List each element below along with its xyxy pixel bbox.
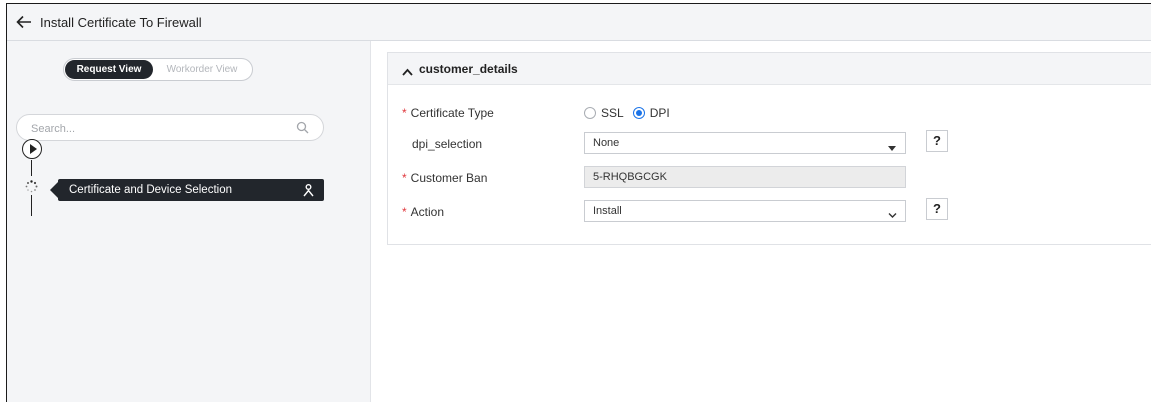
- dpi-selection-help-button[interactable]: ?: [926, 130, 948, 152]
- caret-down-icon: [888, 141, 896, 151]
- dpi-selection-row: dpi_selection None ?: [388, 130, 1151, 156]
- play-button[interactable]: [22, 139, 42, 159]
- spinner-icon: [25, 180, 38, 193]
- app-window: Install Certificate To Firewall Request …: [6, 3, 1151, 402]
- chevron-down-icon: [888, 208, 897, 218]
- workorder-view-button[interactable]: Workorder View: [156, 60, 248, 79]
- action-help-button[interactable]: ?: [926, 198, 948, 220]
- request-view-button[interactable]: Request View: [65, 60, 153, 79]
- radio-ssl[interactable]: [584, 107, 596, 119]
- certificate-type-row: * Certificate Type SSL DPI: [388, 101, 1151, 125]
- customer-ban-value: 5-RHQBGCGK: [593, 171, 667, 183]
- panel-title: customer_details: [419, 61, 518, 76]
- customer-details-panel: customer_details * Certificate Type SSL D…: [387, 52, 1151, 245]
- customer-ban-label: * Customer Ban: [402, 171, 488, 185]
- required-marker: *: [402, 106, 407, 120]
- action-value: Install: [593, 205, 622, 217]
- dpi-selection-dropdown[interactable]: None: [584, 132, 906, 154]
- play-icon: [29, 144, 37, 154]
- timeline-connector: [31, 160, 32, 176]
- dpi-selection-label: dpi_selection: [412, 137, 483, 151]
- timeline-connector: [31, 195, 32, 216]
- required-marker: *: [402, 205, 407, 219]
- action-row: * Action Install ?: [388, 198, 1151, 224]
- search-box: [16, 114, 324, 141]
- chevron-up-icon[interactable]: [402, 65, 413, 76]
- radio-ssl-label: SSL: [601, 106, 624, 120]
- step-label: Certificate and Device Selection: [69, 184, 232, 196]
- user-icon: [302, 183, 315, 197]
- customer-ban-row: * Customer Ban 5-RHQBGCGK: [388, 166, 1151, 190]
- search-icon[interactable]: [296, 121, 309, 134]
- dpi-selection-value: None: [593, 137, 620, 149]
- top-bar: Install Certificate To Firewall: [7, 4, 1151, 41]
- step-certificate-device-selection[interactable]: Certificate and Device Selection: [50, 179, 324, 201]
- sidebar: Request View Workorder View Certificate …: [7, 41, 371, 402]
- radio-dpi[interactable]: [632, 107, 645, 119]
- certificate-type-label: * Certificate Type: [402, 106, 494, 120]
- panel-header[interactable]: customer_details: [388, 53, 1151, 85]
- view-toggle: Request View Workorder View: [63, 58, 253, 81]
- certificate-type-radio-group: SSL DPI: [584, 106, 679, 120]
- action-dropdown[interactable]: Install: [584, 200, 906, 222]
- required-marker: *: [402, 171, 407, 185]
- radio-dpi-label: DPI: [649, 106, 670, 120]
- arrow-left-icon[interactable]: [16, 14, 32, 30]
- search-input[interactable]: [29, 119, 293, 138]
- action-label: * Action: [402, 205, 445, 219]
- page-title: Install Certificate To Firewall: [40, 14, 202, 30]
- customer-ban-field: 5-RHQBGCGK: [584, 166, 906, 188]
